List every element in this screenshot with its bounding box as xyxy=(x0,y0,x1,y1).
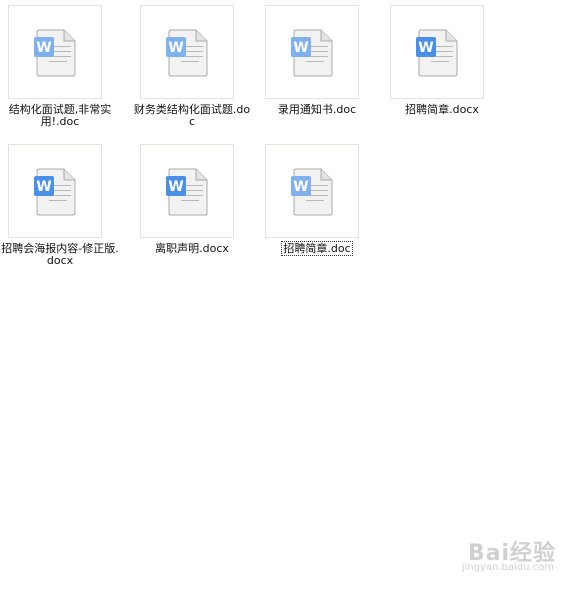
file-thumbnail[interactable]: W xyxy=(8,144,102,238)
file-name[interactable]: 离职声明.docx xyxy=(132,243,252,255)
svg-text:W: W xyxy=(36,40,51,56)
file-name[interactable]: 录用通知书.doc xyxy=(257,104,377,116)
svg-text:W: W xyxy=(293,40,308,56)
file-thumbnail[interactable]: W xyxy=(390,5,484,99)
svg-text:W: W xyxy=(168,40,183,56)
file-thumbnail[interactable]: W xyxy=(140,5,234,99)
file-name[interactable]: 招聘会海报内容-修正版.docx xyxy=(0,243,120,267)
file-name[interactable]: 结构化面试题,非常实用!.doc xyxy=(0,104,120,128)
wps-word-docx-icon: W xyxy=(34,168,76,216)
wps-word-docx-icon: W xyxy=(416,29,458,77)
watermark-url: jingyan.baidu.com xyxy=(461,562,554,573)
wps-word-doc-icon: W xyxy=(291,29,333,77)
wps-word-doc-icon: W xyxy=(291,168,333,216)
file-name[interactable]: 招聘简章.doc xyxy=(257,241,377,256)
svg-text:W: W xyxy=(168,179,183,195)
svg-text:W: W xyxy=(36,179,51,195)
baidu-jingyan-watermark: Bai经验 jingyan.baidu.com xyxy=(446,535,556,575)
file-thumbnail[interactable]: W xyxy=(140,144,234,238)
file-name[interactable]: 招聘简章.docx xyxy=(382,104,502,116)
file-explorer-view: W 结构化面试题,非常实用!.doc W 财务类结构化面试题.doc W 录用通… xyxy=(0,0,582,593)
file-thumbnail[interactable]: W xyxy=(8,5,102,99)
svg-text:W: W xyxy=(293,179,308,195)
file-thumbnail[interactable]: W xyxy=(265,144,359,238)
file-thumbnail[interactable]: W xyxy=(265,5,359,99)
svg-text:W: W xyxy=(418,40,433,56)
file-name[interactable]: 财务类结构化面试题.doc xyxy=(132,104,252,128)
wps-word-doc-icon: W xyxy=(34,29,76,77)
wps-word-docx-icon: W xyxy=(166,168,208,216)
wps-word-doc-icon: W xyxy=(166,29,208,77)
